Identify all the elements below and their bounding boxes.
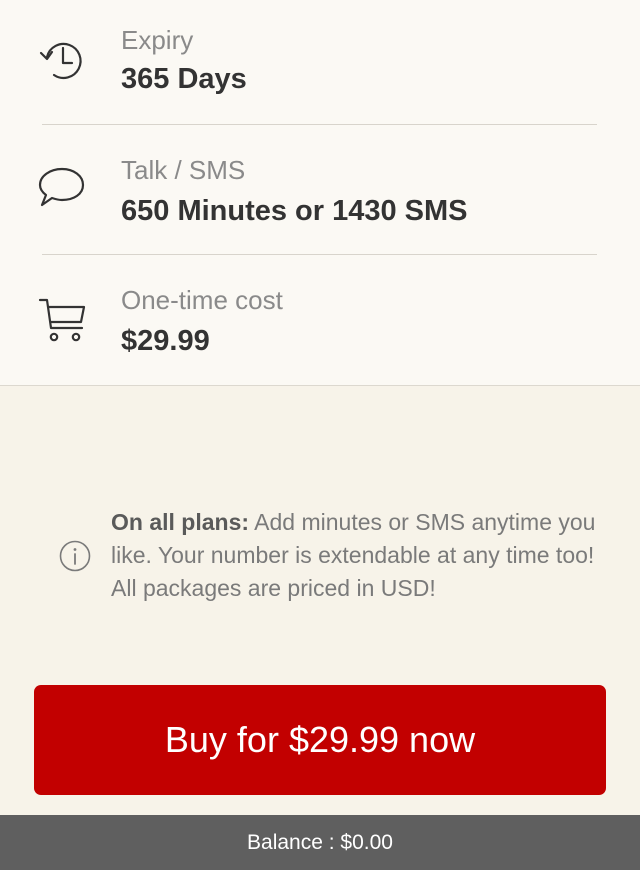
talk-sms-label: Talk / SMS: [121, 155, 246, 185]
info-text: On all plans: Add minutes or SMS anytime…: [111, 506, 611, 605]
plans-info-note: On all plans: Add minutes or SMS anytime…: [0, 386, 640, 686]
expiry-row: Expiry 365 Days: [0, 0, 640, 124]
info-icon: [59, 540, 91, 572]
history-icon: [38, 35, 88, 85]
balance-bar: Balance : $0.00: [0, 815, 640, 870]
cost-label: One-time cost: [121, 285, 283, 315]
plan-details-panel: Expiry 365 Days Talk / SMS 650 Minutes o…: [0, 0, 640, 386]
buy-button[interactable]: Buy for $29.99 now: [34, 685, 606, 795]
cart-icon: [38, 295, 88, 345]
talk-sms-value: 650 Minutes or 1430 SMS: [121, 195, 468, 227]
balance-text: Balance : $0.00: [247, 830, 393, 854]
expiry-label: Expiry: [121, 25, 194, 55]
expiry-value: 365 Days: [121, 63, 247, 95]
cost-row: One-time cost $29.99: [0, 255, 640, 385]
plan-details-page: Expiry 365 Days Talk / SMS 650 Minutes o…: [0, 0, 640, 870]
speech-bubble-icon: [38, 163, 88, 213]
talk-sms-row: Talk / SMS 650 Minutes or 1430 SMS: [0, 125, 640, 254]
info-lead: On all plans:: [111, 509, 250, 535]
cost-value: $29.99: [121, 325, 210, 357]
